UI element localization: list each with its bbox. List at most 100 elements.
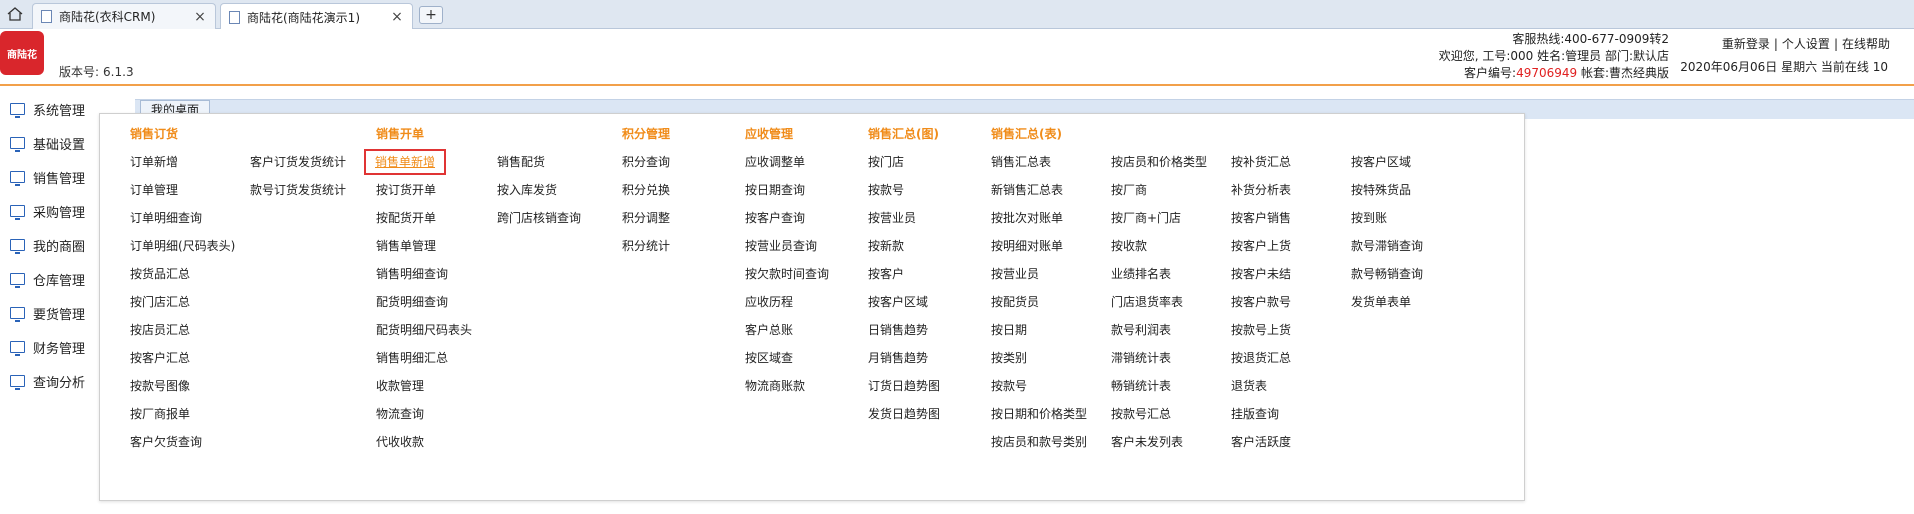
menu-item[interactable]: 款号利润表 xyxy=(1111,320,1207,348)
menu-item[interactable]: 按客户未结 xyxy=(1231,264,1291,292)
menu-item[interactable]: 按营业员 xyxy=(868,208,940,236)
menu-item[interactable]: 积分统计 xyxy=(622,236,670,264)
menu-item[interactable]: 按区域查 xyxy=(745,348,829,376)
menu-item[interactable]: 按订货开单 xyxy=(376,180,472,208)
menu-item[interactable]: 畅销统计表 xyxy=(1111,376,1207,404)
menu-item[interactable]: 按款号汇总 xyxy=(1111,404,1207,432)
menu-item[interactable]: 销售明细汇总 xyxy=(376,348,472,376)
menu-item[interactable]: 按客户区域 xyxy=(1351,152,1423,180)
menu-item[interactable]: 滞销统计表 xyxy=(1111,348,1207,376)
sidebar-item-sales[interactable]: 销售管理 xyxy=(0,160,100,194)
menu-item[interactable]: 新销售汇总表 xyxy=(991,180,1087,208)
menu-item[interactable]: 销售单新增 xyxy=(364,149,472,180)
menu-item[interactable]: 客户未发列表 xyxy=(1111,432,1207,460)
menu-item[interactable]: 发货单表单 xyxy=(1351,292,1423,320)
menu-item[interactable]: 跨门店核销查询 xyxy=(497,208,581,236)
menu-item[interactable]: 收款管理 xyxy=(376,376,472,404)
menu-item[interactable]: 代收收款 xyxy=(376,432,472,460)
menu-item[interactable]: 按客户区域 xyxy=(868,292,940,320)
browser-tab-crm[interactable]: 商陆花(衣科CRM) × xyxy=(32,3,216,29)
sidebar-item-system[interactable]: 系统管理 xyxy=(0,92,100,126)
menu-item[interactable]: 按店员和款号类别 xyxy=(991,432,1087,460)
menu-item[interactable]: 按营业员查询 xyxy=(745,236,829,264)
new-tab-button[interactable]: + xyxy=(419,6,443,24)
menu-item[interactable]: 款号滞销查询 xyxy=(1351,236,1423,264)
menu-item[interactable]: 按特殊货品 xyxy=(1351,180,1423,208)
menu-item[interactable]: 按厂商报单 xyxy=(130,404,235,432)
menu-item[interactable]: 按厂商+门店 xyxy=(1111,208,1207,236)
menu-item[interactable]: 配货明细尺码表头 xyxy=(376,320,472,348)
menu-item[interactable]: 按收款 xyxy=(1111,236,1207,264)
personal-settings-link[interactable]: 个人设置 xyxy=(1782,37,1830,51)
menu-item[interactable]: 配货明细查询 xyxy=(376,292,472,320)
menu-item[interactable]: 业绩排名表 xyxy=(1111,264,1207,292)
menu-item[interactable]: 按客户销售 xyxy=(1231,208,1291,236)
sidebar-item-purchase[interactable]: 采购管理 xyxy=(0,194,100,228)
menu-item[interactable]: 按日期和价格类型 xyxy=(991,404,1087,432)
menu-item[interactable]: 按门店 xyxy=(868,152,940,180)
menu-item[interactable]: 按类别 xyxy=(991,348,1087,376)
menu-item[interactable]: 按配货员 xyxy=(991,292,1087,320)
menu-item[interactable]: 补货分析表 xyxy=(1231,180,1291,208)
menu-item[interactable]: 按入库发货 xyxy=(497,180,581,208)
relogin-link[interactable]: 重新登录 xyxy=(1722,37,1770,51)
sidebar-item-query[interactable]: 查询分析 xyxy=(0,364,100,398)
menu-item[interactable]: 按批次对账单 xyxy=(991,208,1087,236)
menu-item[interactable]: 订货日趋势图 xyxy=(868,376,940,404)
menu-item[interactable]: 应收调整单 xyxy=(745,152,829,180)
menu-item[interactable]: 按店员汇总 xyxy=(130,320,235,348)
close-icon[interactable]: × xyxy=(193,9,207,25)
menu-item[interactable]: 客户活跃度 xyxy=(1231,432,1291,460)
menu-item[interactable]: 按门店汇总 xyxy=(130,292,235,320)
menu-item[interactable]: 按款号图像 xyxy=(130,376,235,404)
sidebar-item-request[interactable]: 要货管理 xyxy=(0,296,100,330)
menu-item[interactable]: 销售汇总表 xyxy=(991,152,1087,180)
menu-item[interactable]: 订单明细(尺码表头) xyxy=(130,236,235,264)
menu-item[interactable]: 订单明细查询 xyxy=(130,208,235,236)
menu-item[interactable]: 按日期查询 xyxy=(745,180,829,208)
menu-item[interactable]: 按厂商 xyxy=(1111,180,1207,208)
menu-item[interactable]: 按客户查询 xyxy=(745,208,829,236)
menu-item[interactable]: 月销售趋势 xyxy=(868,348,940,376)
menu-item[interactable]: 按款号上货 xyxy=(1231,320,1291,348)
online-help-link[interactable]: 在线帮助 xyxy=(1842,37,1890,51)
close-icon[interactable]: × xyxy=(390,9,404,25)
menu-item[interactable]: 退货表 xyxy=(1231,376,1291,404)
menu-item[interactable]: 款号订货发货统计 xyxy=(250,180,346,208)
menu-item[interactable]: 订单管理 xyxy=(130,180,235,208)
browser-tab-demo[interactable]: 商陆花(商陆花演示1) × xyxy=(220,3,413,30)
sidebar-item-circle[interactable]: 我的商圈 xyxy=(0,228,100,262)
menu-item[interactable]: 发货日趋势图 xyxy=(868,404,940,432)
menu-item[interactable]: 销售单管理 xyxy=(376,236,472,264)
menu-item[interactable]: 按明细对账单 xyxy=(991,236,1087,264)
home-icon[interactable] xyxy=(4,4,26,24)
menu-item[interactable]: 按款号 xyxy=(991,376,1087,404)
menu-item[interactable]: 按营业员 xyxy=(991,264,1087,292)
sidebar-item-warehouse[interactable]: 仓库管理 xyxy=(0,262,100,296)
menu-item[interactable]: 按款号 xyxy=(868,180,940,208)
menu-item[interactable]: 按退货汇总 xyxy=(1231,348,1291,376)
menu-item[interactable]: 按货品汇总 xyxy=(130,264,235,292)
menu-item[interactable]: 物流商账款 xyxy=(745,376,829,404)
menu-item[interactable]: 销售配货 xyxy=(497,152,581,180)
menu-item[interactable]: 按店员和价格类型 xyxy=(1111,152,1207,180)
menu-item[interactable]: 按补货汇总 xyxy=(1231,152,1291,180)
menu-item[interactable]: 积分调整 xyxy=(622,208,670,236)
menu-item[interactable]: 按配货开单 xyxy=(376,208,472,236)
menu-item[interactable]: 按客户 xyxy=(868,264,940,292)
menu-item[interactable]: 门店退货率表 xyxy=(1111,292,1207,320)
menu-item[interactable]: 销售明细查询 xyxy=(376,264,472,292)
menu-item[interactable]: 款号畅销查询 xyxy=(1351,264,1423,292)
menu-item[interactable]: 按到账 xyxy=(1351,208,1423,236)
menu-item[interactable]: 应收历程 xyxy=(745,292,829,320)
menu-item[interactable]: 订单新增 xyxy=(130,152,235,180)
sidebar-item-basic[interactable]: 基础设置 xyxy=(0,126,100,160)
menu-item[interactable]: 按欠款时间查询 xyxy=(745,264,829,292)
menu-item[interactable]: 按新款 xyxy=(868,236,940,264)
menu-item[interactable]: 客户欠货查询 xyxy=(130,432,235,460)
menu-item[interactable]: 按日期 xyxy=(991,320,1087,348)
menu-item[interactable]: 按客户上货 xyxy=(1231,236,1291,264)
menu-item[interactable]: 按客户款号 xyxy=(1231,292,1291,320)
menu-item[interactable]: 积分查询 xyxy=(622,152,670,180)
menu-item[interactable]: 客户总账 xyxy=(745,320,829,348)
